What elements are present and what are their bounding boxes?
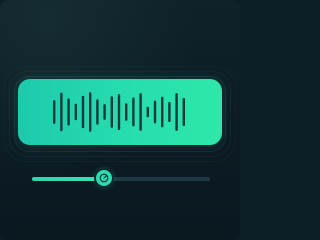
waveform-bar [89, 92, 92, 132]
waveform-bar [182, 97, 185, 127]
waveform-bar [153, 100, 157, 124]
waveform-bar [132, 97, 135, 127]
seek-slider[interactable] [32, 170, 210, 186]
waveform-bar [117, 94, 121, 131]
waveform-bar [168, 101, 171, 123]
waveform-bar [103, 104, 106, 120]
gauge-icon [99, 173, 109, 183]
seek-slider-progress [32, 177, 105, 181]
waveform-bar [139, 93, 142, 131]
waveform [53, 92, 185, 132]
waveform-bar [53, 100, 56, 124]
waveform-bar [161, 96, 164, 128]
waveform-bar [81, 95, 85, 129]
waveform-bar [74, 103, 77, 121]
waveform-bar [60, 92, 63, 132]
waveform-bar [175, 93, 178, 131]
waveform-bar [125, 103, 128, 121]
waveform-bar [110, 96, 113, 128]
audio-player-card [0, 0, 240, 240]
waveform-bar [96, 99, 99, 125]
seek-slider-thumb[interactable] [95, 170, 112, 186]
waveform-panel [18, 79, 222, 145]
waveform-bar [146, 106, 149, 118]
waveform-bar [67, 98, 70, 126]
